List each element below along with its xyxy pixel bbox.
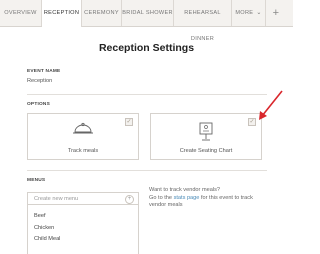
tab-bridal-shower[interactable]: BRIDAL SHOWER — [122, 0, 174, 26]
options-label: OPTIONS — [27, 102, 50, 107]
track-meals-checkbox[interactable]: ✓ — [125, 118, 133, 126]
tab-rehearsal-dinner[interactable]: REHEARSAL DINNER — [174, 0, 232, 42]
vendor-meals-note: Want to track vendor meals? Go to the st… — [149, 187, 269, 210]
create-menu-placeholder: Create new menu — [34, 196, 79, 202]
tab-reception[interactable]: RECEPTION — [42, 0, 82, 27]
chevron-down-icon: ⌄ — [256, 10, 262, 16]
page-title: Reception Settings — [98, 42, 195, 54]
cloche-icon — [71, 122, 95, 141]
menus-label: MENUS — [27, 178, 46, 183]
track-meals-caption: Track meals — [67, 148, 99, 154]
menu-item-child-meal[interactable]: Child Meal — [34, 236, 60, 242]
vendor-instructions: Go to the stats page for this event to t… — [149, 195, 269, 210]
menu-item-chicken[interactable]: Chicken — [34, 225, 54, 231]
menu-item-beef[interactable]: Beef — [34, 213, 46, 219]
section-divider — [27, 94, 267, 95]
tab-more[interactable]: MORE ⌄ — [232, 0, 266, 26]
tab-more-label: MORE — [235, 10, 254, 16]
track-meals-card[interactable]: ✓ Track meals — [27, 113, 139, 160]
add-tab-button[interactable]: + — [266, 0, 286, 26]
add-menu-icon[interactable]: + — [125, 195, 134, 204]
tab-ceremony[interactable]: CEREMONY — [82, 0, 122, 26]
seating-chart-icon — [195, 122, 217, 147]
event-tab-bar: OVERVIEW RECEPTION CEREMONY BRIDAL SHOWE… — [0, 0, 293, 42]
create-menu-input[interactable]: Create new menu + — [27, 192, 139, 205]
seating-chart-card[interactable]: ✓ Create Seating Chart — [150, 113, 262, 160]
menu-list: Beef Chicken Child Meal — [27, 205, 139, 254]
section-divider — [27, 170, 267, 171]
stats-page-link[interactable]: stats page — [174, 195, 200, 201]
event-name-value[interactable]: Reception — [27, 78, 52, 84]
tab-overview[interactable]: OVERVIEW — [0, 0, 42, 26]
event-name-label: EVENT NAME — [27, 69, 61, 74]
seating-chart-caption: Create Seating Chart — [179, 148, 233, 154]
vendor-prefix: Go to the — [149, 194, 173, 201]
red-arrow-icon — [259, 90, 283, 120]
vendor-question: Want to track vendor meals? — [149, 187, 220, 193]
